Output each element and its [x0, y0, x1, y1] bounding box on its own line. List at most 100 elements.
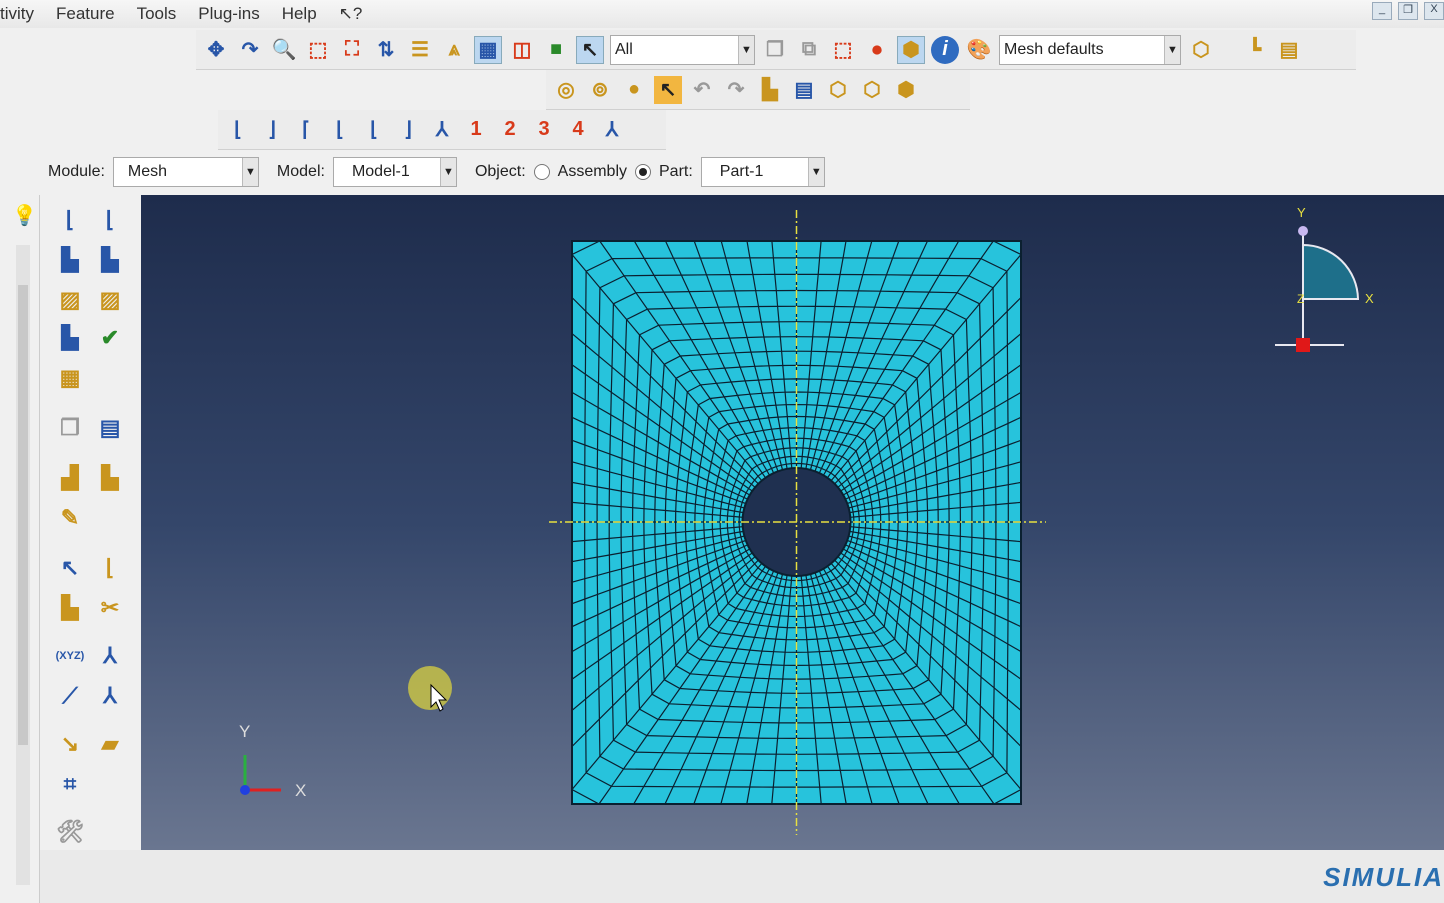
- top-view-icon[interactable]: ⌈: [292, 116, 320, 144]
- perspective-off-icon[interactable]: ☰: [406, 36, 434, 64]
- datum-axis-icon[interactable]: ⟋: [52, 679, 88, 713]
- user-view-4[interactable]: 4: [564, 116, 592, 144]
- selection-filter-dropdown[interactable]: All ▼: [610, 34, 755, 65]
- scrollbar-thumb[interactable]: [18, 285, 28, 745]
- zoom-icon[interactable]: 🔍: [270, 36, 298, 64]
- display-group-manager-icon[interactable]: ▤: [790, 76, 818, 104]
- verify-mesh-icon[interactable]: ✔: [92, 321, 128, 355]
- manager-icon[interactable]: ▤: [92, 411, 128, 445]
- csys-x-label: X: [295, 781, 306, 800]
- iso-view-icon[interactable]: ⅄: [428, 116, 456, 144]
- cycle-views-icon[interactable]: ⇅: [372, 36, 400, 64]
- cut-icon[interactable]: ✂: [92, 591, 128, 625]
- menu-plugins[interactable]: Plug-ins: [198, 4, 259, 24]
- color-palette-icon[interactable]: 🎨: [965, 36, 993, 64]
- mesh-display-icon[interactable]: ▦: [474, 35, 502, 64]
- render-style-dropdown[interactable]: Mesh defaults ▼: [999, 34, 1181, 65]
- module-dropdown[interactable]: Mesh ▼: [112, 157, 259, 187]
- auto-fit-icon[interactable]: ⛶: [338, 36, 366, 64]
- views-toolbar: ⌊ ⌋ ⌈ ⌊ ⌊ ⌋ ⅄ 1 2 3 4 ⅄: [218, 110, 666, 150]
- hidden-line-icon[interactable]: ⬡: [858, 76, 886, 104]
- shaded-display-icon[interactable]: ■: [542, 36, 570, 64]
- assign-stack-icon[interactable]: ↘: [52, 727, 88, 761]
- user-view-1[interactable]: 1: [462, 116, 490, 144]
- edit-mesh-icon[interactable]: ✎: [52, 501, 88, 535]
- shaded-icon[interactable]: ⬢: [892, 76, 920, 104]
- bottom-view-icon[interactable]: ⌊: [326, 116, 354, 144]
- wireframe-icon[interactable]: ⬡: [824, 76, 852, 104]
- back-view-icon[interactable]: ⌋: [258, 116, 286, 144]
- restore-button[interactable]: ❐: [1398, 2, 1418, 20]
- datum-csys-icon[interactable]: ⅄: [92, 639, 128, 673]
- front-view-icon[interactable]: ⌊: [224, 116, 252, 144]
- select-drag-icon[interactable]: ⦁: [863, 36, 891, 64]
- show-all-icon[interactable]: ●: [620, 76, 648, 104]
- virtual-topology-icon[interactable]: ▙: [92, 461, 128, 495]
- perspective-on-icon[interactable]: ⩓: [440, 36, 468, 64]
- menu-tools[interactable]: Tools: [137, 4, 177, 24]
- select-behind-icon[interactable]: ⧉: [795, 36, 823, 64]
- model-tree-panel: 💡: [0, 195, 40, 903]
- info-icon[interactable]: i: [931, 35, 959, 64]
- menu-connectivity[interactable]: tivity: [0, 4, 34, 24]
- datum-icon[interactable]: ▙: [52, 591, 88, 625]
- select-pointer-icon[interactable]: ↖: [576, 35, 604, 64]
- triad-origin: [1296, 338, 1310, 352]
- model-dropdown[interactable]: Model-1 ▼: [332, 157, 457, 187]
- partition-icon[interactable]: ▦: [52, 361, 88, 395]
- lightbulb-icon[interactable]: 💡: [12, 203, 37, 228]
- bottom-up-mesh-icon[interactable]: ⌗: [52, 767, 88, 801]
- menu-help[interactable]: Help: [282, 4, 317, 24]
- element-type-icon[interactable]: ▨: [92, 283, 128, 317]
- mesh-part-icon[interactable]: ▙: [52, 243, 88, 277]
- context-help-button[interactable]: ↖?: [339, 4, 363, 24]
- display-group-icon[interactable]: ▙: [756, 76, 784, 104]
- mesh-controls-icon[interactable]: ▨: [52, 283, 88, 317]
- select-rect-icon[interactable]: ⬚: [829, 36, 857, 64]
- right-view-icon[interactable]: ⌋: [394, 116, 422, 144]
- scrollbar[interactable]: [16, 245, 30, 885]
- datum-plane-icon[interactable]: ⅄: [92, 679, 128, 713]
- apply-view-icon[interactable]: ⅄: [598, 116, 626, 144]
- visibility-toggle-icon[interactable]: ◎: [552, 76, 580, 104]
- render-cube-icon[interactable]: ⬡: [1187, 36, 1215, 64]
- mesh-region-icon[interactable]: ▙: [92, 243, 128, 277]
- close-button[interactable]: X: [1424, 2, 1444, 20]
- seed-edges-icon[interactable]: ⌊: [92, 203, 128, 237]
- split-view-icon[interactable]: ┗: [1241, 36, 1269, 64]
- mesh-canvas[interactable]: Y X Z Y X: [141, 195, 1444, 850]
- viewport[interactable]: Y X Z Y X: [141, 195, 1444, 850]
- part-radio[interactable]: [635, 164, 651, 180]
- create-partition-icon[interactable]: ▟: [52, 461, 88, 495]
- menu-feature[interactable]: Feature: [56, 4, 115, 24]
- part-dropdown[interactable]: Part-1 ▼: [700, 157, 825, 187]
- user-view-2[interactable]: 2: [496, 116, 524, 144]
- seed-part-icon[interactable]: ⌊: [52, 203, 88, 237]
- minimize-button[interactable]: _: [1372, 2, 1392, 20]
- part-label: Part:: [659, 163, 693, 180]
- view-triad-quadrant: [1302, 243, 1360, 300]
- module-value: Mesh: [127, 163, 168, 180]
- left-view-icon[interactable]: ⌊: [360, 116, 388, 144]
- geometry-display-icon[interactable]: ◫: [508, 36, 536, 64]
- datum-point-icon[interactable]: (XYZ): [52, 639, 88, 673]
- redo-icon[interactable]: ↷: [722, 76, 750, 104]
- query-geometry-icon[interactable]: ⬢: [897, 35, 925, 64]
- pan-icon[interactable]: ✥: [202, 36, 230, 64]
- replace-icon[interactable]: ⊚: [586, 76, 614, 104]
- viewport-annotations-icon[interactable]: ▤: [1275, 36, 1303, 64]
- delete-feature-icon[interactable]: ⌊: [92, 551, 128, 585]
- query-element-icon[interactable]: ↖: [52, 551, 88, 585]
- undo-icon[interactable]: ↶: [688, 76, 716, 104]
- remove-selected-icon[interactable]: ↖: [654, 75, 682, 104]
- assign-element-icon[interactable]: ▙: [52, 321, 88, 355]
- orphan-mesh-icon[interactable]: ▰: [92, 727, 128, 761]
- chevron-down-icon: ▼: [738, 35, 754, 64]
- assembly-radio[interactable]: [533, 164, 550, 180]
- box-zoom-icon[interactable]: ⬚: [304, 36, 332, 64]
- tools-icon[interactable]: 🛠: [52, 815, 88, 849]
- user-view-3[interactable]: 3: [530, 116, 558, 144]
- copy-icon[interactable]: ❐: [52, 411, 88, 445]
- rotate-icon[interactable]: ↷: [236, 36, 264, 64]
- select-from-viewport-icon[interactable]: ❐: [761, 36, 789, 64]
